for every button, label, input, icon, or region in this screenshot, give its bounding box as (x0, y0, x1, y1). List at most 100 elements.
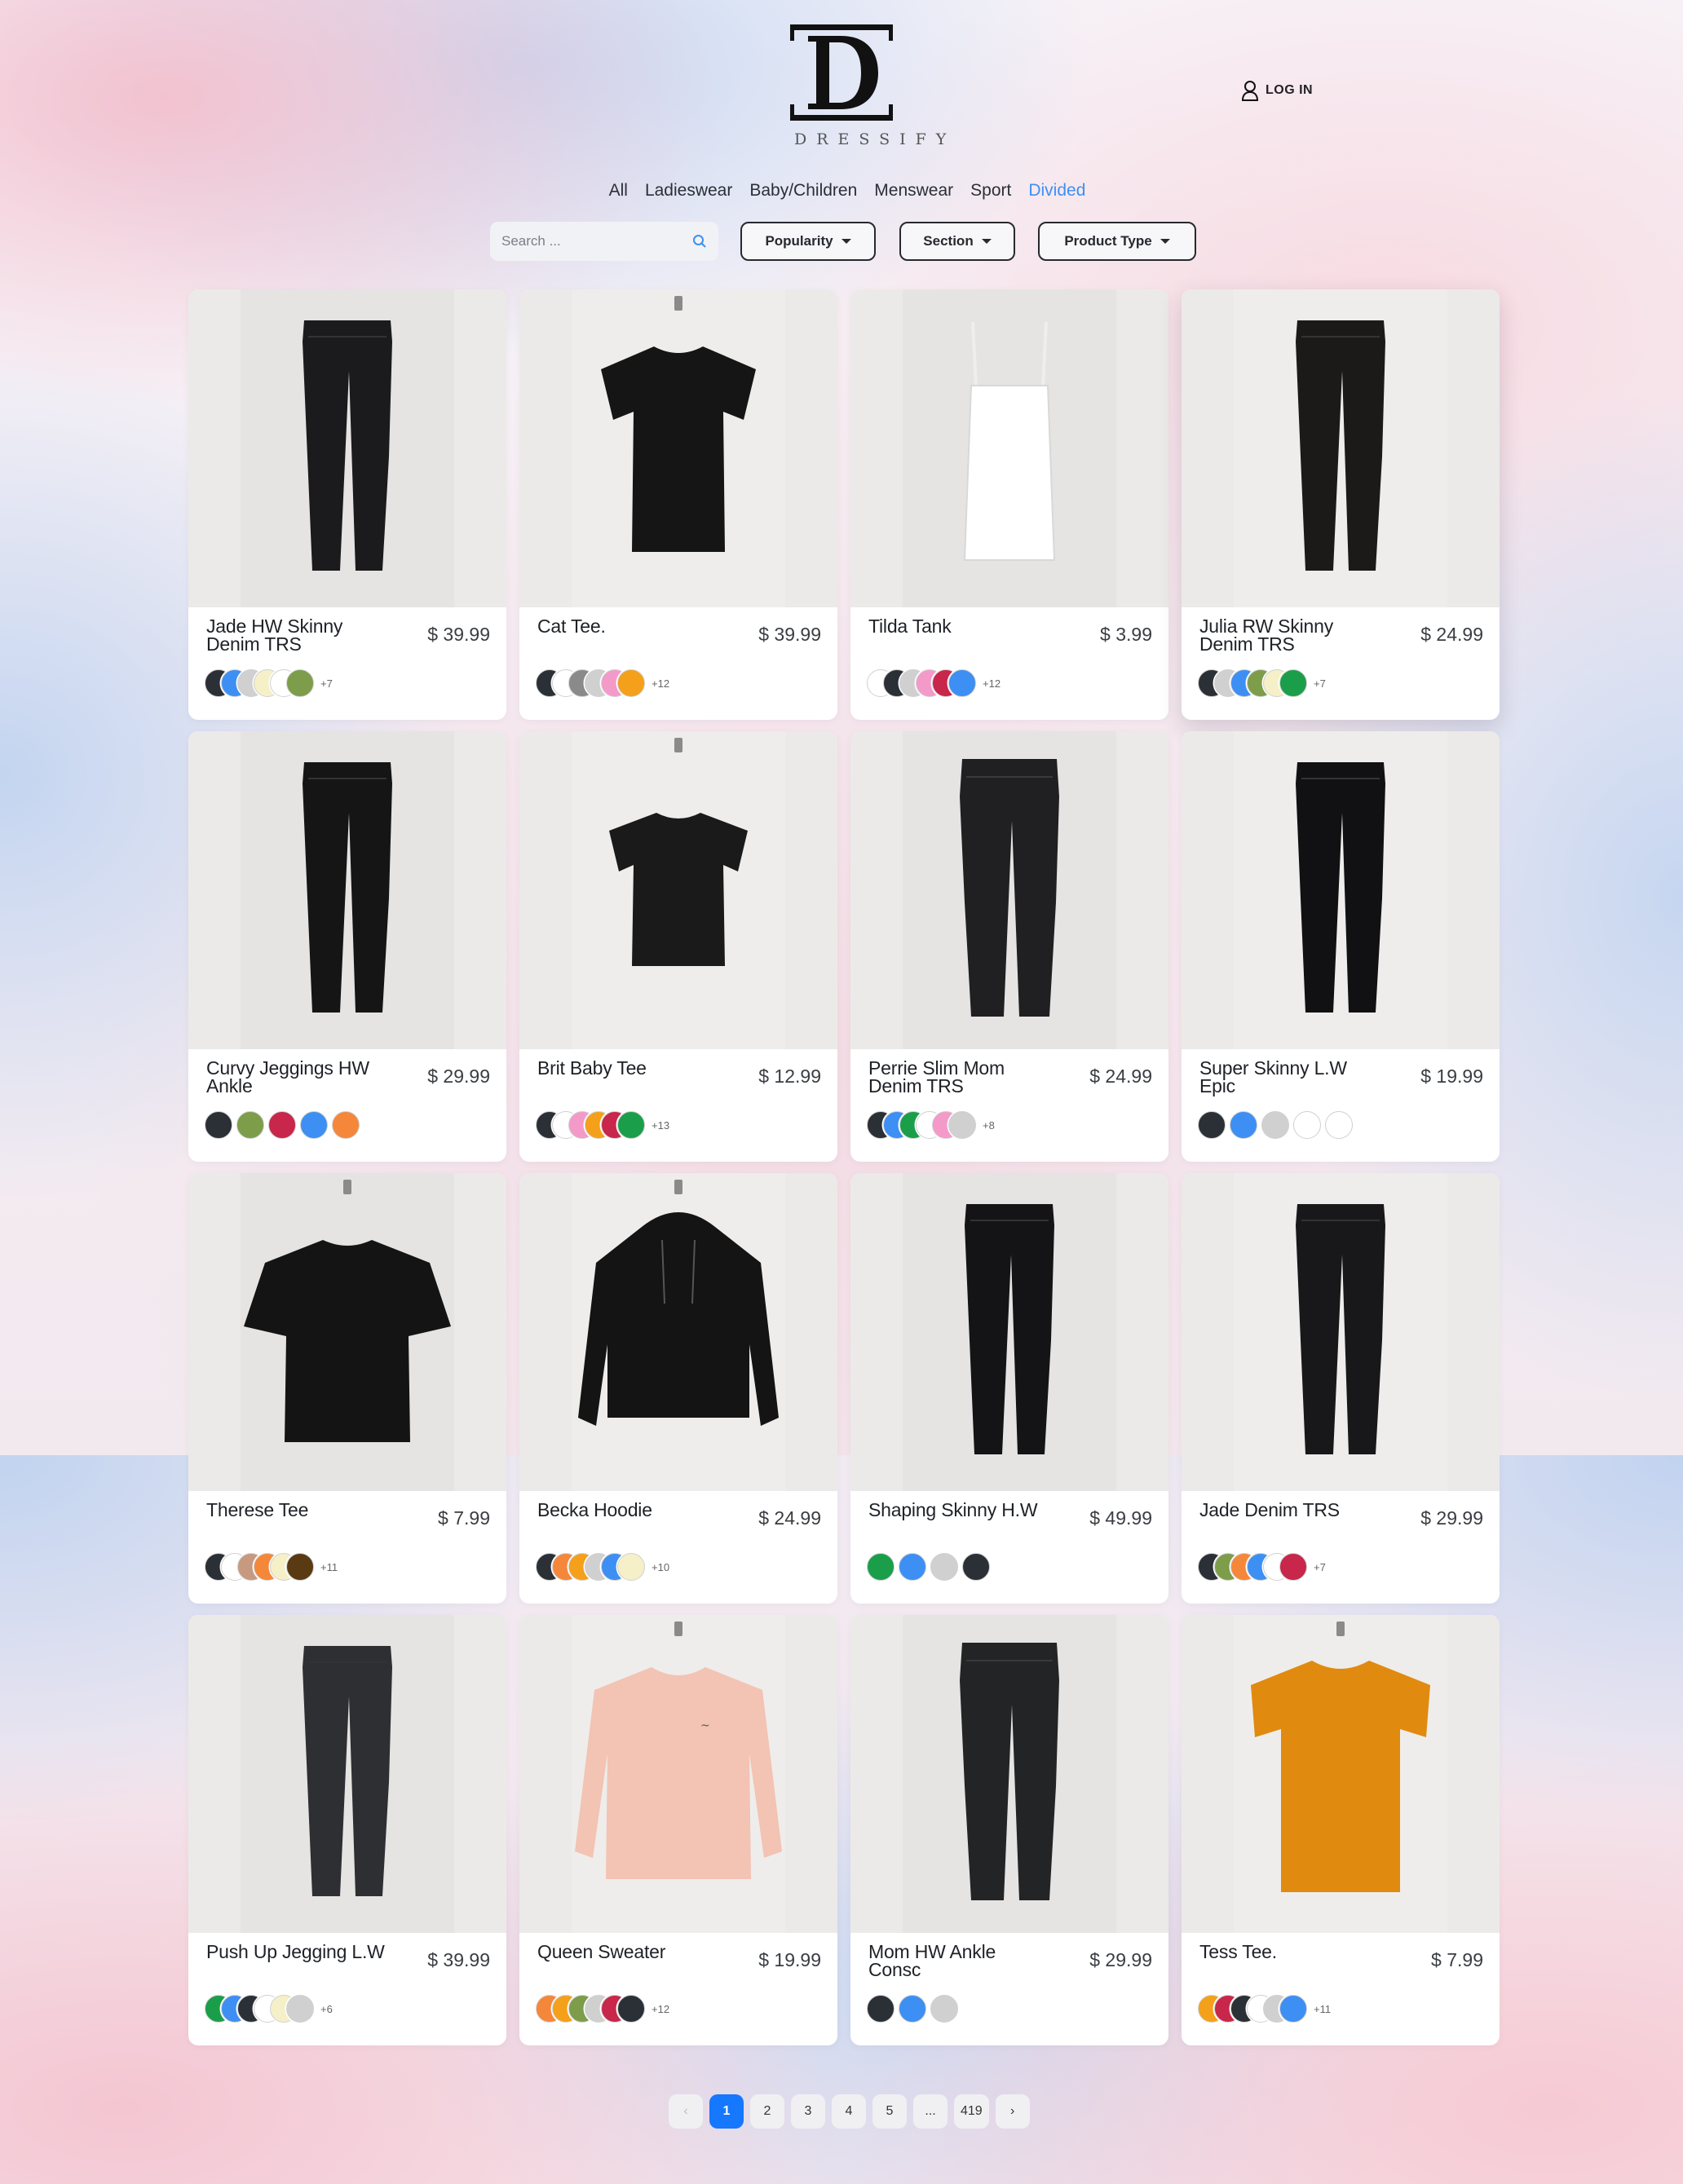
product-image[interactable] (1182, 1173, 1500, 1491)
product-image[interactable] (188, 1173, 506, 1491)
color-swatch[interactable] (1198, 1111, 1226, 1139)
color-swatch[interactable] (236, 1111, 264, 1139)
page-button[interactable]: 3 (791, 2094, 825, 2129)
color-swatch[interactable] (286, 1995, 314, 2023)
nav-item-baby-children[interactable]: Baby/Children (749, 181, 857, 201)
color-swatch[interactable] (205, 1111, 232, 1139)
product-card[interactable]: Jade Denim TRS $ 29.99 +7 (1182, 1173, 1500, 1604)
product-name[interactable]: Tilda Tank (868, 617, 1052, 636)
product-name[interactable]: Mom HW Ankle Consc (868, 1943, 1052, 1979)
color-swatch[interactable] (1279, 669, 1307, 697)
product-name[interactable]: Brit Baby Tee (537, 1059, 721, 1078)
product-card[interactable]: Becka Hoodie $ 24.99 +10 (519, 1173, 837, 1604)
product-name[interactable]: Queen Sweater (537, 1943, 721, 1961)
color-swatch[interactable] (899, 1995, 926, 2023)
color-swatch[interactable] (300, 1111, 328, 1139)
product-name[interactable]: Curvy Jeggings HW Ankle (206, 1059, 390, 1096)
page-button[interactable]: 1 (709, 2094, 744, 2129)
product-name[interactable]: Tess Tee. (1199, 1943, 1383, 1961)
color-swatch[interactable] (286, 669, 314, 697)
page-button[interactable]: 4 (832, 2094, 866, 2129)
product-image[interactable] (1182, 1615, 1500, 1933)
product-image[interactable] (850, 1615, 1168, 1933)
product-name[interactable]: Super Skinny L.W Epic (1199, 1059, 1383, 1096)
color-swatch[interactable] (899, 1553, 926, 1581)
product-name[interactable]: Julia RW Skinny Denim TRS (1199, 617, 1383, 654)
product-card[interactable]: Push Up Jegging L.W $ 39.99 +6 (188, 1615, 506, 2045)
product-image[interactable] (850, 289, 1168, 607)
color-swatch[interactable] (286, 1553, 314, 1581)
product-card[interactable]: Tess Tee. $ 7.99 +11 (1182, 1615, 1500, 2045)
product-image[interactable] (850, 1173, 1168, 1491)
color-swatch[interactable] (867, 1553, 895, 1581)
color-swatch[interactable] (268, 1111, 296, 1139)
color-swatch[interactable] (1230, 1111, 1257, 1139)
product-name[interactable]: Jade Denim TRS (1199, 1501, 1383, 1520)
nav-item-divided[interactable]: Divided (1028, 181, 1085, 201)
next-page-icon[interactable]: › (995, 2094, 1030, 2129)
product-card[interactable]: Tilda Tank $ 3.99 +12 (850, 289, 1168, 720)
product-image[interactable] (1182, 731, 1500, 1049)
brand-logo[interactable]: DRESSIFY (784, 24, 946, 148)
product-card[interactable]: Brit Baby Tee $ 12.99 +13 (519, 731, 837, 1162)
product-card[interactable]: Perrie Slim Mom Denim TRS $ 24.99 +8 (850, 731, 1168, 1162)
color-swatch[interactable] (617, 1995, 645, 2023)
color-swatch[interactable] (1261, 1111, 1289, 1139)
page-button[interactable]: 5 (872, 2094, 907, 2129)
login-button[interactable]: LOG IN (1241, 80, 1313, 101)
product-image[interactable] (850, 731, 1168, 1049)
nav-item-sport[interactable]: Sport (970, 181, 1011, 201)
product-image[interactable] (1182, 289, 1500, 607)
search-input[interactable] (501, 233, 692, 249)
section-dropdown[interactable]: Section (899, 222, 1015, 261)
product-card[interactable]: Curvy Jeggings HW Ankle $ 29.99 (188, 731, 506, 1162)
color-swatch[interactable] (948, 1111, 976, 1139)
search-box[interactable] (490, 222, 718, 261)
product-image[interactable] (188, 731, 506, 1049)
color-swatch[interactable] (1325, 1111, 1353, 1139)
color-swatch[interactable] (617, 1111, 645, 1139)
product-image[interactable] (188, 1615, 506, 1933)
color-swatch[interactable] (930, 1553, 958, 1581)
popularity-dropdown[interactable]: Popularity (740, 222, 876, 261)
product-card[interactable]: Shaping Skinny H.W $ 49.99 (850, 1173, 1168, 1604)
product-card[interactable]: Cat Tee. $ 39.99 +12 (519, 289, 837, 720)
color-swatch[interactable] (930, 1995, 958, 2023)
product-image[interactable] (519, 1173, 837, 1491)
page-button[interactable]: 419 (954, 2094, 989, 2129)
product-name[interactable]: Becka Hoodie (537, 1501, 721, 1520)
product-card[interactable]: ~ Queen Sweater $ 19.99 +12 (519, 1615, 837, 2045)
product-card[interactable]: Julia RW Skinny Denim TRS $ 24.99 +7 (1182, 289, 1500, 720)
color-swatch[interactable] (617, 1553, 645, 1581)
product-image[interactable]: ~ (519, 1615, 837, 1933)
color-swatch[interactable] (617, 669, 645, 697)
product-card[interactable]: Super Skinny L.W Epic $ 19.99 (1182, 731, 1500, 1162)
product-name[interactable]: Jade HW Skinny Denim TRS (206, 617, 390, 654)
prev-page-icon[interactable]: ‹ (669, 2094, 703, 2129)
product-card[interactable]: Jade HW Skinny Denim TRS $ 39.99 +7 (188, 289, 506, 720)
product-name[interactable]: Push Up Jegging L.W (206, 1943, 390, 1961)
product-card[interactable]: Therese Tee $ 7.99 +11 (188, 1173, 506, 1604)
nav-item-ladieswear[interactable]: Ladieswear (645, 181, 732, 201)
color-swatch[interactable] (867, 1995, 895, 2023)
search-icon[interactable] (692, 234, 707, 249)
product-type-dropdown[interactable]: Product Type (1038, 222, 1196, 261)
product-image[interactable] (519, 289, 837, 607)
product-name[interactable]: Perrie Slim Mom Denim TRS (868, 1059, 1052, 1096)
color-swatch[interactable] (332, 1111, 360, 1139)
product-image[interactable] (519, 731, 837, 1049)
color-swatch[interactable] (1279, 1553, 1307, 1581)
product-name[interactable]: Shaping Skinny H.W (868, 1501, 1052, 1520)
product-name[interactable]: Therese Tee (206, 1501, 390, 1520)
product-name[interactable]: Cat Tee. (537, 617, 721, 636)
color-swatch[interactable] (1293, 1111, 1321, 1139)
color-swatch[interactable] (1279, 1995, 1307, 2023)
color-swatch[interactable] (948, 669, 976, 697)
product-image[interactable] (188, 289, 506, 607)
nav-item-all[interactable]: All (609, 181, 628, 201)
page-ellipsis[interactable]: ... (913, 2094, 948, 2129)
color-swatch[interactable] (962, 1553, 990, 1581)
page-button[interactable]: 2 (750, 2094, 784, 2129)
product-card[interactable]: Mom HW Ankle Consc $ 29.99 (850, 1615, 1168, 2045)
nav-item-menswear[interactable]: Menswear (874, 181, 953, 201)
